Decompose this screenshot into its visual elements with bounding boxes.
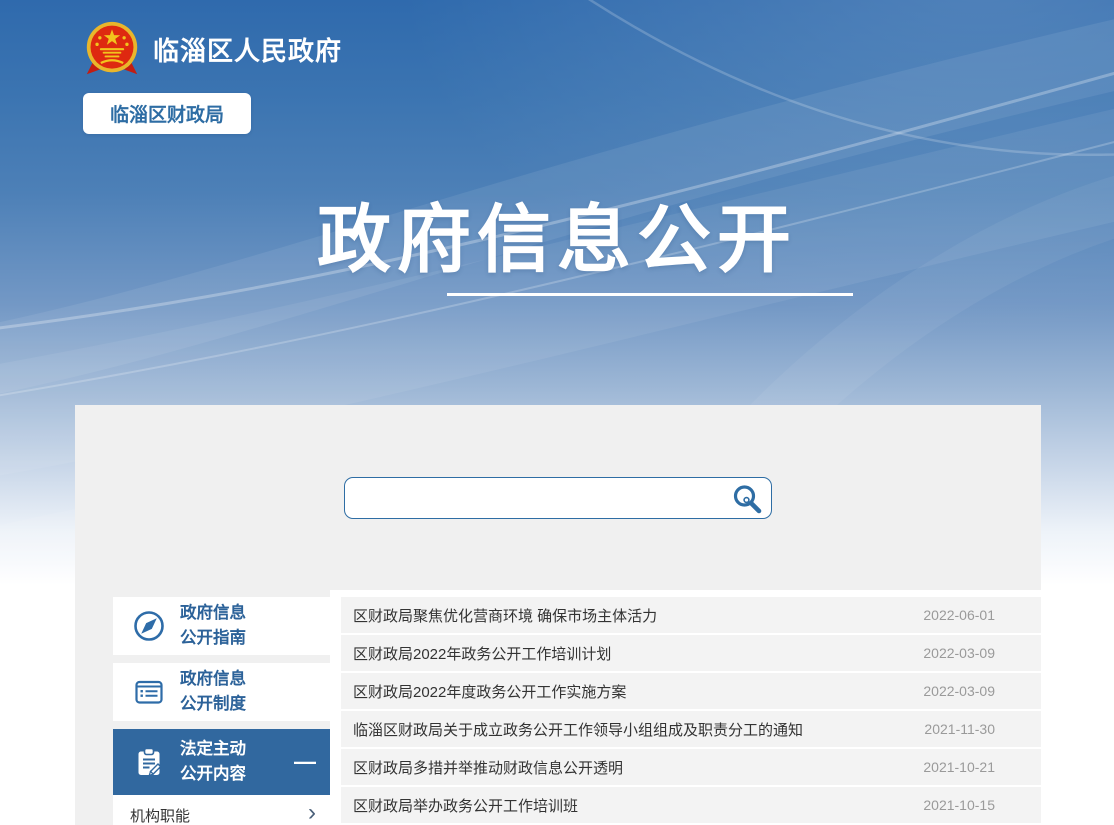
news-list: 区财政局聚焦优化营商环境 确保市场主体活力 2022-06-01 区财政局202… [330, 590, 1041, 825]
news-item[interactable]: 区财政局2022年度政务公开工作实施方案 2022-03-09 [341, 673, 1041, 709]
sidebar-item-label: 政府信息 公开制度 [180, 667, 246, 717]
news-title: 临淄区财政局关于成立政务公开工作领导小组组成及职责分工的通知 [353, 719, 803, 740]
title-underline [447, 293, 853, 296]
news-item[interactable]: 区财政局多措并举推动财政信息公开透明 2021-10-21 [341, 749, 1041, 785]
page-title: 政府信息公开 [0, 180, 1114, 287]
sidebar-item-label: 政府信息 公开指南 [180, 601, 246, 651]
chevron-right-icon: › [308, 813, 316, 817]
content-columns: 政府信息 公开指南 政府信息 公开制度 [75, 590, 1041, 825]
submenu-label: 机构职能 [130, 805, 190, 825]
news-item[interactable]: 区财政局聚焦优化营商环境 确保市场主体活力 2022-06-01 [341, 597, 1041, 633]
national-emblem-icon [84, 20, 140, 78]
news-item[interactable]: 区财政局举办政务公开工作培训班 2021-10-15 [341, 787, 1041, 823]
news-item[interactable]: 区财政局2022年政务公开工作培训计划 2022-03-09 [341, 635, 1041, 671]
news-title: 区财政局2022年度政务公开工作实施方案 [353, 681, 626, 702]
news-title: 区财政局2022年政务公开工作培训计划 [353, 643, 611, 664]
sidebar-item-disclosure-guide[interactable]: 政府信息 公开指南 [113, 597, 330, 655]
news-date: 2021-11-30 [924, 721, 995, 737]
news-title: 区财政局举办政务公开工作培训班 [353, 795, 578, 816]
news-item[interactable]: 临淄区财政局关于成立政务公开工作领导小组组成及职责分工的通知 2021-11-3… [341, 711, 1041, 747]
sidebar-item-label: 法定主动 公开内容 [180, 737, 246, 787]
gov-name-link[interactable]: 临淄区人民政府 [153, 31, 342, 68]
news-date: 2021-10-15 [923, 797, 995, 813]
news-date: 2022-03-09 [923, 645, 995, 661]
news-title: 区财政局多措并举推动财政信息公开透明 [353, 757, 623, 778]
compass-icon [132, 609, 166, 643]
content-card: 政府信息 公开指南 政府信息 公开制度 [75, 405, 1041, 825]
sidebar: 政府信息 公开指南 政府信息 公开制度 [113, 597, 330, 825]
sidebar-submenu-item-org-functions[interactable]: 机构职能 › [113, 795, 330, 825]
search-box [344, 477, 772, 519]
news-date: 2022-06-01 [923, 607, 995, 623]
search-input[interactable] [345, 478, 771, 518]
search-button[interactable] [731, 483, 763, 515]
news-title: 区财政局聚焦优化营商环境 确保市场主体活力 [353, 605, 657, 626]
clipboard-pen-icon [132, 745, 166, 779]
news-date: 2022-03-09 [923, 683, 995, 699]
sidebar-item-statutory-disclosure[interactable]: 法定主动 公开内容 — [113, 729, 330, 795]
department-button[interactable]: 临淄区财政局 [83, 93, 251, 134]
search-area [75, 405, 1041, 519]
magnifier-icon [731, 483, 763, 515]
ledger-icon [132, 675, 166, 709]
news-date: 2021-10-21 [923, 759, 995, 775]
site-logo: 临淄区人民政府 [84, 20, 342, 78]
sidebar-item-disclosure-system[interactable]: 政府信息 公开制度 [113, 663, 330, 721]
